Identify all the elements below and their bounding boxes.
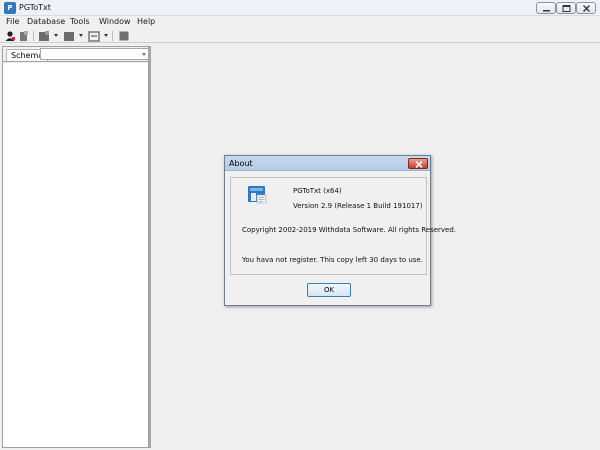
dialog-info-frame: PGToTxt (x64) Version 2.9 (Release 1 Bui… (230, 177, 456, 275)
ok-button[interactable]: OK (307, 283, 351, 297)
schema-tree[interactable] (3, 63, 148, 447)
menu-bar: File Database Tools Window Help (0, 16, 600, 28)
close-icon (583, 5, 590, 12)
copyright-text: Copyright 2002-2019 Withdata Software. A… (242, 226, 457, 234)
table-dropdown-arrow[interactable] (54, 34, 58, 37)
view-button[interactable] (63, 30, 75, 42)
connect-icon (5, 31, 15, 41)
product-logo-icon (248, 186, 267, 204)
app-icon: P (4, 2, 16, 14)
table-icon (39, 31, 49, 41)
toolbar-separator (112, 31, 113, 41)
menu-tools[interactable]: Tools (70, 16, 90, 28)
register-notice: You hava not register. This copy left 30… (242, 256, 423, 264)
connect-button[interactable] (4, 30, 16, 42)
view-icon (64, 32, 74, 41)
export-icon (88, 31, 100, 42)
about-dialog: About PGToTxt (x64) Version 2.9 (Release… (224, 155, 456, 306)
chevron-down-icon (142, 53, 146, 56)
dialog-title-bar: About (225, 156, 430, 171)
view-dropdown-arrow[interactable] (79, 34, 83, 37)
export-dropdown-arrow[interactable] (104, 34, 108, 37)
disconnect-button[interactable] (18, 30, 30, 42)
menu-window[interactable]: Window (99, 16, 131, 28)
title-bar: P PGToTxt (0, 0, 600, 16)
product-name: PGToTxt (x64) (293, 187, 342, 195)
stop-button[interactable] (118, 30, 130, 42)
menu-database[interactable]: Database (27, 16, 65, 28)
toolbar (0, 29, 600, 43)
menu-help[interactable]: Help (137, 16, 155, 28)
table-button[interactable] (38, 30, 50, 42)
export-button[interactable] (88, 30, 100, 42)
dialog-close-button[interactable] (408, 158, 428, 169)
stop-icon (119, 31, 129, 41)
maximize-icon (562, 5, 571, 12)
close-icon (415, 161, 423, 168)
toolbar-separator (33, 31, 34, 41)
dialog-title: About (229, 159, 253, 168)
minimize-icon (543, 10, 550, 12)
window-title: PGToTxt (19, 3, 51, 12)
schema-panel: Schema (2, 46, 149, 448)
minimize-button[interactable] (536, 2, 556, 14)
schema-dropdown[interactable] (40, 48, 149, 60)
version-text: Version 2.9 (Release 1 Build 191017) (293, 202, 423, 210)
menu-file[interactable]: File (6, 16, 19, 28)
maximize-button[interactable] (556, 2, 576, 14)
close-button[interactable] (576, 2, 596, 14)
disconnect-icon (20, 31, 28, 41)
schema-header: Schema (3, 47, 149, 62)
